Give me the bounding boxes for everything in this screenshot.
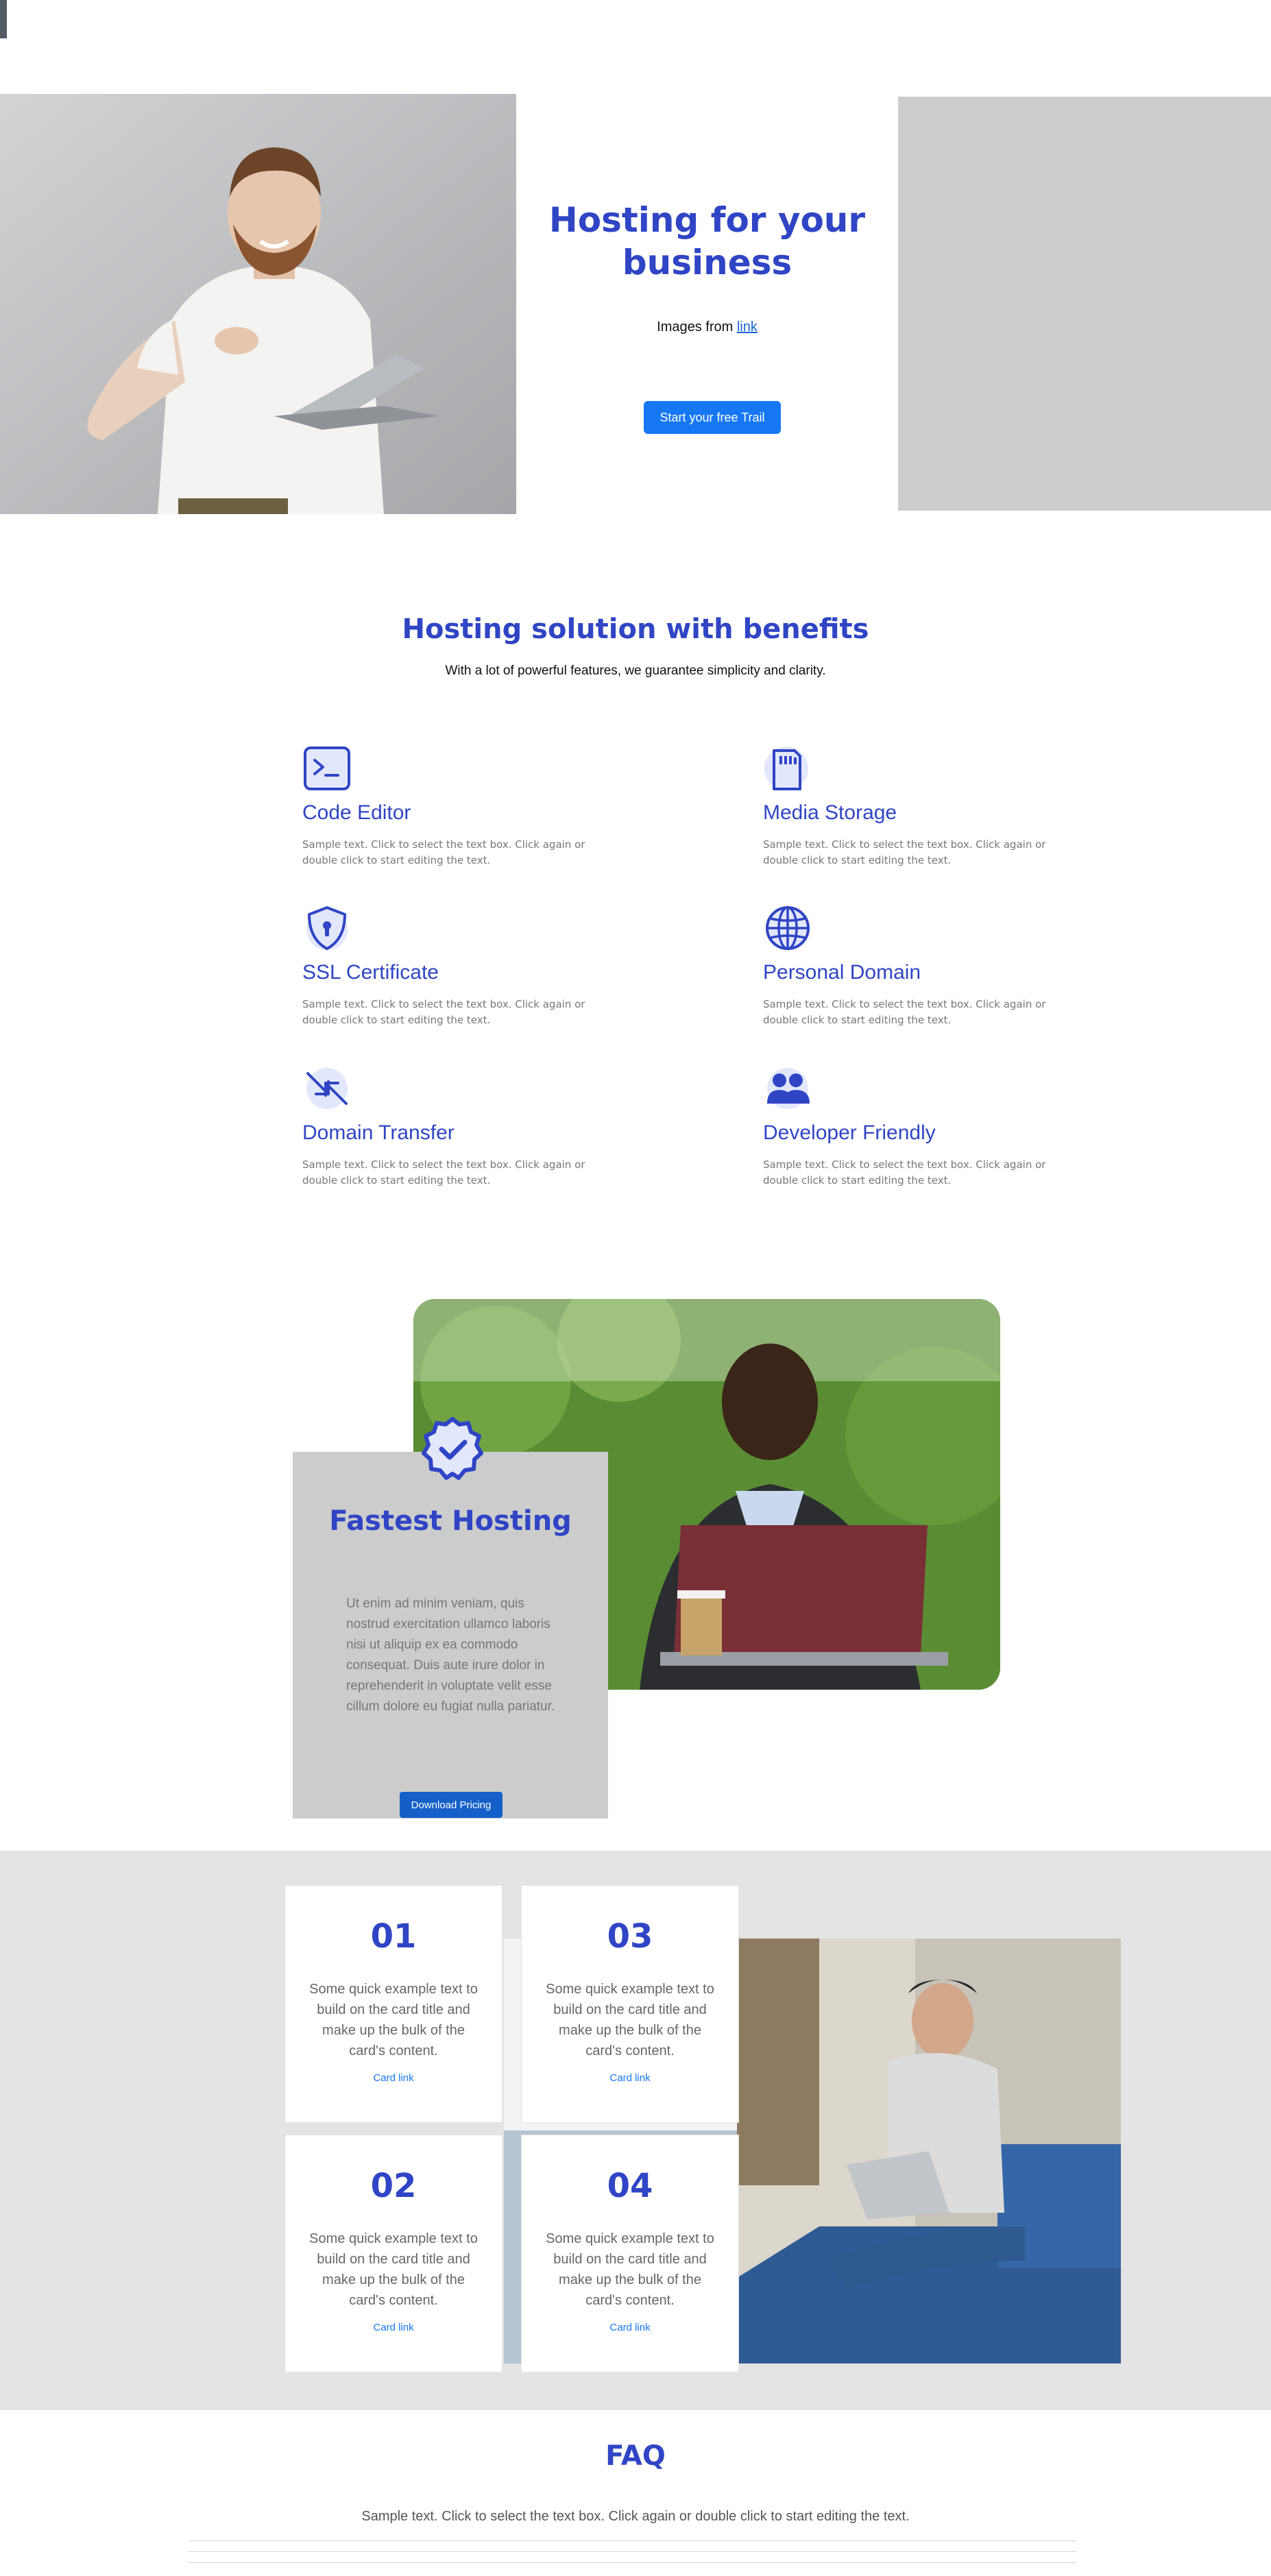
- images-credit-link[interactable]: link: [737, 319, 758, 335]
- step-card-02: 02 Some quick example text to build on t…: [285, 2135, 503, 2372]
- download-pricing-button[interactable]: Download Pricing: [400, 1792, 503, 1818]
- terminal-icon: [304, 746, 350, 790]
- hero-photo-man-with-laptop: [0, 94, 516, 514]
- step-text: Some quick example text to build on the …: [309, 1982, 478, 2058]
- hero-photo-illustration: [0, 94, 516, 514]
- feature-text: Sample text. Click to select the text bo…: [302, 998, 585, 1026]
- card-link[interactable]: Card link: [609, 2072, 650, 2084]
- feature-title: Developer Friendly: [763, 1121, 936, 1144]
- feature-developer-friendly: Developer Friendly Sample text. Click to…: [763, 1064, 1078, 1189]
- hero-title: Hosting for your business: [548, 200, 866, 282]
- feature-text: Sample text. Click to select the text bo…: [302, 838, 585, 866]
- step-number: 02: [370, 2167, 417, 2205]
- feature-text: Sample text. Click to select the text bo…: [763, 838, 1046, 866]
- hero-image-placeholder: [898, 97, 1271, 511]
- step-card-03: 03 Some quick example text to build on t…: [521, 1885, 739, 2123]
- top-edge-marker: [0, 0, 7, 38]
- globe-icon: [766, 906, 810, 950]
- users-icon: [767, 1068, 810, 1109]
- transfer-arrows-icon: [306, 1068, 348, 1109]
- faq-subtitle: Sample text. Click to select the text bo…: [361, 2509, 910, 2524]
- sd-card-icon: [764, 746, 808, 790]
- feature-personal-domain: Personal Domain Sample text. Click to se…: [763, 903, 1078, 1028]
- verified-badge-icon: [422, 1417, 483, 1480]
- feature-ssl-certificate: SSL Certificate Sample text. Click to se…: [302, 903, 618, 1028]
- feature-text: Sample text. Click to select the text bo…: [763, 998, 1046, 1026]
- step-number: 03: [607, 1917, 653, 1956]
- faq-accordion-divider: [189, 2540, 1076, 2541]
- feature-title: Domain Transfer: [302, 1121, 455, 1144]
- images-credit-prefix: Images from: [657, 319, 737, 335]
- step-text: Some quick example text to build on the …: [546, 1982, 714, 2058]
- step-number: 01: [370, 1917, 417, 1956]
- feature-media-storage: Media Storage Sample text. Click to sele…: [763, 744, 1078, 868]
- faq-accordion-divider: [189, 2562, 1076, 2563]
- feature-domain-transfer: Domain Transfer Sample text. Click to se…: [302, 1064, 618, 1189]
- feature-text: Sample text. Click to select the text bo…: [763, 1158, 1046, 1187]
- benefits-title: Hosting solution with benefits: [402, 613, 869, 645]
- card-link[interactable]: Card link: [373, 2072, 413, 2084]
- step-card-04: 04 Some quick example text to build on t…: [521, 2135, 739, 2372]
- start-free-trial-button[interactable]: Start your free Trail: [644, 401, 781, 434]
- hero-images-credit: Images from link: [516, 319, 898, 335]
- feature-title: Personal Domain: [763, 961, 921, 984]
- feature-text: Sample text. Click to select the text bo…: [302, 1158, 585, 1187]
- feature-title: SSL Certificate: [302, 961, 439, 984]
- fastest-hosting-text: Ut enim ad minim veniam, quis nostrud ex…: [346, 1596, 555, 1714]
- step-text: Some quick example text to build on the …: [309, 2231, 478, 2308]
- card-link[interactable]: Card link: [373, 2322, 413, 2333]
- faq-accordion-divider: [189, 2551, 1076, 2552]
- feature-code-editor: Code Editor Sample text. Click to select…: [302, 744, 618, 868]
- step-number: 04: [607, 2167, 653, 2205]
- benefits-subtitle: With a lot of powerful features, we guar…: [445, 664, 826, 678]
- fastest-hosting-title: Fastest Hosting: [329, 1505, 572, 1537]
- step-card-01: 01 Some quick example text to build on t…: [285, 1885, 503, 2123]
- shield-lock-icon: [306, 906, 348, 950]
- card-link[interactable]: Card link: [609, 2322, 650, 2333]
- feature-title: Media Storage: [763, 801, 897, 824]
- feature-title: Code Editor: [302, 801, 411, 824]
- faq-title: FAQ: [605, 2440, 666, 2472]
- step-text: Some quick example text to build on the …: [546, 2231, 714, 2308]
